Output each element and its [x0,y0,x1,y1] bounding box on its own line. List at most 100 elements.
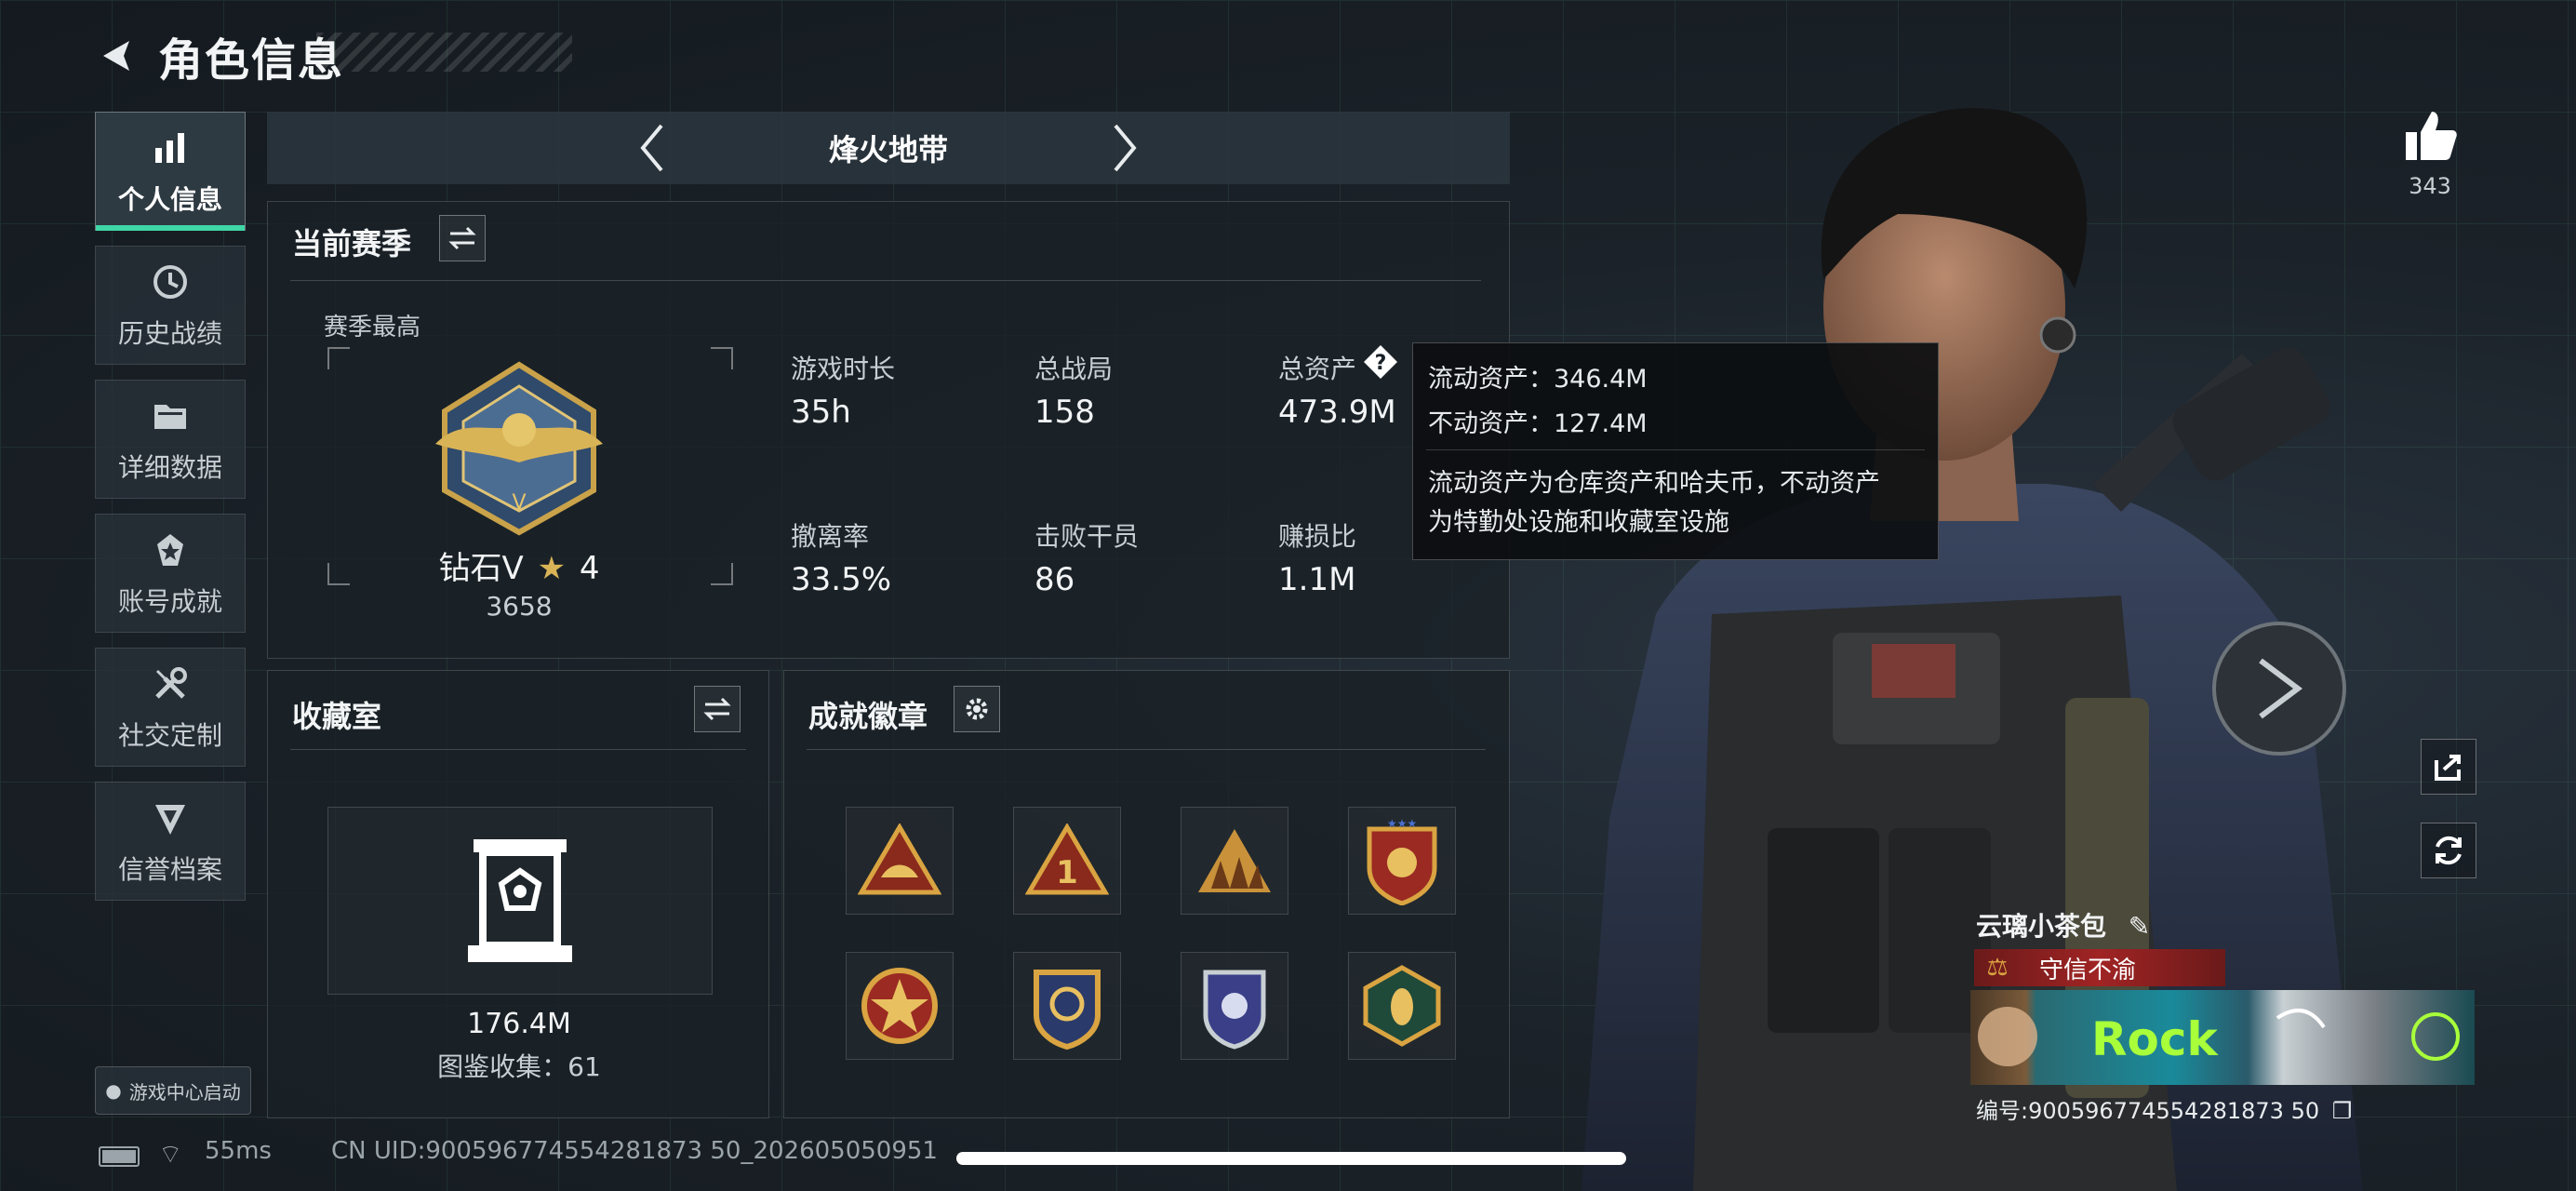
stat-value-play-time: 35h [791,394,851,431]
sidebar-item-label: 历史战绩 [117,318,222,349]
badge-6-icon [1034,970,1101,1050]
svg-text:1: 1 [1056,854,1078,891]
switch-season-button[interactable] [439,215,486,261]
home-indicator[interactable] [956,1152,1626,1165]
frame-corner [711,347,733,369]
sidebar-item-achievements[interactable]: 账号成就 [95,514,246,633]
player-name-text: 云璃小茶包 [1976,911,2107,942]
badge-7[interactable] [1181,952,1288,1060]
sidebar-item-personal-info[interactable]: 个人信息 [95,112,246,231]
switch-collection-button[interactable] [694,686,741,732]
badge-2[interactable]: 1 [1013,807,1121,915]
title-tag: ⚖ 守信不渝 [1974,949,2225,986]
stat-label-play-time: 游戏时长 [791,354,896,384]
thumbs-up-icon [2406,112,2457,160]
frame-corner [327,347,350,369]
divider [290,280,1481,281]
game-center-label: 游戏中心启动 [128,1080,241,1104]
help-icon[interactable]: ? [1362,343,1399,381]
game-center-button[interactable]: ● 游戏中心启动 [95,1066,251,1115]
sidebar-item-history[interactable]: 历史战绩 [95,246,246,365]
tooltip-liquid-assets: 流动资产：346.4M [1428,365,1648,394]
badge-4-icon: ★★★ [1367,817,1437,905]
achievement-icon [148,528,193,572]
sidebar-item-label: 详细数据 [117,452,222,483]
badge-2-icon: 1 [1025,823,1109,895]
rank-emblem-icon: V [435,361,603,536]
season-title: 当前赛季 [292,226,412,261]
battery-level [102,1150,136,1163]
star-icon: ★ [537,550,567,587]
rank-name: 钻石V [438,550,524,587]
sidebar-item-social[interactable]: 社交定制 [95,648,246,767]
badge-8[interactable] [1348,952,1456,1060]
mode-title: 烽火地带 [828,132,948,167]
swap-icon [448,226,476,250]
stat-value-extract-rate: 33.5% [791,561,892,598]
mode-selector: 烽火地带 [267,112,1510,184]
badge-6[interactable] [1013,952,1121,1060]
collection-catalog: 图鉴收集：61 [437,1051,601,1082]
rank-stars: 4 [579,550,600,587]
sidebar-item-label: 信誉档案 [117,854,222,885]
tooltip-description-line1: 流动资产为仓库资产和哈夫币，不动资产 [1428,469,1880,498]
ping-text: 55ms [205,1137,272,1165]
edit-name-icon[interactable]: ✎ [2129,911,2150,942]
badge-8-icon [1363,965,1441,1047]
stat-value-kills: 86 [1034,561,1075,598]
refresh-button[interactable] [2421,823,2476,878]
collection-value: 176.4M [467,1008,571,1040]
banner-graffiti: Rock [1978,1007,2460,1066]
tooltip-divider [1426,449,1925,450]
prev-mode-button[interactable] [623,115,679,181]
badge-settings-button[interactable] [954,686,1000,732]
badge-4[interactable]: ★★★ [1348,807,1456,915]
history-icon [148,260,193,304]
stat-label-total-assets: 总资产 [1278,354,1357,384]
stat-value-profit-ratio: 1.1M [1278,561,1356,598]
tooltip-description-line2: 为特勤处设施和收藏室设施 [1428,508,1729,537]
swap-icon [703,697,731,721]
svg-text:★★★: ★★★ [1387,817,1417,830]
svg-text:?: ? [1375,352,1387,375]
game-center-icon: ● [105,1079,122,1102]
rank-score: 3658 [486,591,553,622]
refresh-icon [2436,836,2462,865]
badge-5-icon [861,968,938,1044]
gear-icon [966,698,988,720]
back-arrow-icon[interactable] [93,28,140,84]
badge-3[interactable] [1181,807,1288,915]
stat-value-total-assets: 473.9M [1278,394,1396,431]
divider [807,749,1486,750]
badge-3-icon [1198,829,1271,892]
sidebar-item-detail-data[interactable]: 详细数据 [95,380,246,499]
badge-5[interactable] [846,952,954,1060]
next-mode-button[interactable] [1098,115,1154,181]
rank-label: 钻石V ★ 4 [268,542,770,588]
profile-banner[interactable]: Rock [1970,990,2475,1085]
tooltip-fixed-assets: 不动资产：127.4M [1428,409,1648,438]
badge-7-icon [1203,970,1266,1050]
stat-label-profit-ratio: 赚损比 [1278,521,1357,552]
sidebar-item-credit[interactable]: 信誉档案 [95,782,246,901]
display-case-icon [468,839,572,962]
title-decoration [316,33,572,72]
tools-icon [148,662,193,706]
like-count: 343 [2409,173,2451,199]
like-button[interactable] [2400,106,2465,171]
badges-panel: 成就徽章 1 ★★★ [783,670,1510,1118]
copy-icon[interactable]: ❐ [2332,1098,2353,1124]
sidebar: 个人信息 历史战绩 详细数据 账号成就 社交定制 信誉档案 [95,112,247,916]
collection-preview[interactable] [327,807,713,995]
stat-value-total-matches: 158 [1034,394,1095,431]
sidebar-item-label: 社交定制 [117,720,222,751]
folder-icon [148,394,193,438]
badges-title: 成就徽章 [808,699,928,734]
badge-1[interactable] [846,807,954,915]
share-button[interactable] [2421,739,2476,795]
player-id: 编号:900596774554281873 50 ❐ [1976,1092,2352,1125]
sidebar-item-label: 个人信息 [117,184,222,215]
season-panel: 当前赛季 赛季最高 V 钻石V ★ 4 3658 游戏时长 35h 总战局 15… [267,201,1510,659]
stat-label-total-matches: 总战局 [1034,354,1114,384]
title-tag-text: 守信不渝 [2039,956,2137,984]
